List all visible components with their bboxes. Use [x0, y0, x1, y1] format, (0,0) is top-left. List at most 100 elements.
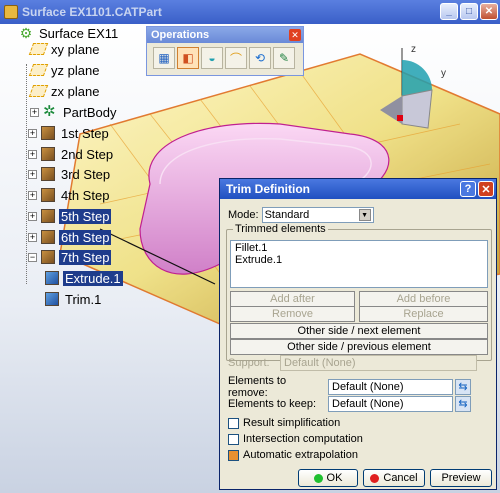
tree-item-xy-plane[interactable]: xy plane — [28, 40, 101, 58]
expand-toggle-icon[interactable]: + — [28, 128, 37, 138]
tree-item-label: 4th Step — [61, 187, 110, 203]
cancel-button[interactable]: Cancel — [363, 469, 425, 487]
plane-icon — [28, 62, 48, 78]
tree-item-label: PartBody — [63, 104, 117, 120]
expand-toggle-icon[interactable]: + — [28, 149, 37, 159]
expand-toggle-icon[interactable]: + — [28, 190, 37, 200]
replace-button[interactable]: Replace — [359, 306, 488, 322]
tree-item-label: 5th Step — [59, 208, 112, 224]
expand-toggle-icon[interactable]: + — [28, 211, 37, 221]
trimmed-elements-list[interactable]: Fillet.1 Extrude.1 — [230, 240, 488, 288]
tree-item-label: zx plane — [51, 83, 100, 99]
maximize-button[interactable]: □ — [460, 3, 478, 20]
tree-item-5th-step[interactable]: +5th Step — [28, 207, 112, 225]
tree-item-3rd-step[interactable]: +3rd Step — [28, 165, 112, 183]
geometrical-set-icon — [40, 187, 56, 203]
plane-icon — [28, 41, 48, 57]
geometrical-set-icon — [40, 229, 56, 245]
tree-item-7th-step[interactable]: − 7th Step — [28, 248, 112, 266]
transform-icon[interactable]: ⟲ — [249, 47, 271, 69]
elements-to-keep-row: Elements to keep: Default (None) ⇆ — [228, 396, 471, 412]
tree-item-1st-step[interactable]: +1st Step — [28, 124, 111, 142]
window-controls: _ □ ✕ — [440, 3, 498, 20]
tree-item-partbody[interactable]: + ✲ PartBody — [30, 103, 118, 121]
result-simplification-checkbox[interactable] — [228, 417, 239, 429]
support-label: Support: — [228, 357, 270, 369]
surface-feature-icon — [44, 291, 60, 307]
trim-icon[interactable]: ◧ — [177, 47, 199, 69]
extrapolate-icon[interactable]: ✎ — [273, 47, 295, 69]
mode-select[interactable]: Standard ▼ — [261, 207, 374, 223]
other-side-previous-button[interactable]: Other side / previous element — [230, 339, 488, 355]
tree-item-4th-step[interactable]: +4th Step — [28, 186, 111, 204]
ok-icon — [313, 473, 323, 483]
geometrical-set-icon — [40, 146, 56, 162]
automatic-extrapolation-checkbox[interactable] — [228, 449, 239, 461]
tree-item-zx-plane[interactable]: zx plane — [28, 82, 101, 100]
add-before-button[interactable]: Add before — [359, 291, 488, 307]
fillet-icon[interactable]: ⌒ — [225, 47, 247, 69]
intersection-computation-row[interactable]: Intersection computation — [228, 433, 363, 445]
window-title: Surface EX1101.CATPart — [22, 5, 162, 19]
dialog-title[interactable]: Trim Definition — [220, 179, 496, 199]
dialog-close-button[interactable]: ✕ — [478, 181, 494, 197]
tree-branch-line — [26, 64, 27, 284]
elements-to-keep-label: Elements to keep: — [228, 398, 317, 410]
join-icon[interactable]: ▦ — [153, 47, 175, 69]
other-side-next-button[interactable]: Other side / next element — [230, 323, 488, 339]
selection-list-icon[interactable]: ⇆ — [455, 379, 471, 395]
tree-item-6th-step[interactable]: +6th Step — [28, 228, 112, 246]
geometrical-set-icon — [40, 249, 56, 265]
tree-item-trim-1[interactable]: Trim.1 — [44, 290, 103, 308]
help-button[interactable]: ? — [460, 181, 476, 197]
tree-item-label: 1st Step — [61, 125, 109, 141]
list-item[interactable]: Extrude.1 — [235, 254, 483, 266]
elements-to-keep-field[interactable]: Default (None) — [328, 396, 453, 412]
chevron-down-icon: ▼ — [358, 209, 371, 221]
intersection-computation-checkbox[interactable] — [228, 433, 239, 445]
list-item[interactable]: Fillet.1 — [235, 242, 483, 254]
tree-item-label: 6th Step — [59, 229, 112, 245]
operations-toolbar: Operations ✕ ▦ ◧ ◒ ⌒ ⟲ ✎ — [146, 26, 304, 76]
split-icon[interactable]: ◒ — [201, 47, 223, 69]
window-title-bar: Surface EX1101.CATPart _ □ ✕ — [0, 0, 500, 24]
surface-feature-icon — [44, 270, 60, 286]
cancel-icon — [370, 473, 380, 483]
add-after-button[interactable]: Add after — [230, 291, 355, 307]
tree-item-label: 2nd Step — [61, 146, 114, 162]
tree-item-label: Extrude.1 — [63, 270, 123, 286]
expand-toggle-icon[interactable]: + — [30, 107, 39, 117]
trim-definition-dialog: Trim Definition ? ✕ Mode: Standard ▼ Tri… — [219, 178, 497, 490]
operations-title[interactable]: Operations — [147, 27, 303, 43]
support-row: Support: Default (None) — [228, 355, 477, 371]
selection-list-icon[interactable]: ⇆ — [455, 396, 471, 412]
remove-button[interactable]: Remove — [230, 306, 355, 322]
mode-row: Mode: Standard ▼ — [228, 207, 374, 223]
part-icon: ⚙ — [19, 24, 33, 41]
minimize-button[interactable]: _ — [440, 3, 458, 20]
geometrical-set-icon — [40, 166, 56, 182]
elements-to-remove-field[interactable]: Default (None) — [328, 379, 453, 395]
expand-toggle-icon[interactable]: + — [28, 169, 37, 179]
tree-item-2nd-step[interactable]: +2nd Step — [28, 145, 115, 163]
specification-tree: ⚙ Surface EX11 xy plane yz plane zx plane +… — [0, 24, 150, 324]
part-body-icon: ✲ — [43, 103, 56, 120]
result-simplification-row[interactable]: Result simplification — [228, 417, 340, 429]
expand-toggle-icon[interactable]: − — [28, 252, 37, 262]
tree-item-label: Trim.1 — [65, 291, 102, 307]
tree-item-yz-plane[interactable]: yz plane — [28, 61, 101, 79]
tree-item-label: 3rd Step — [61, 166, 111, 182]
support-field[interactable]: Default (None) — [280, 355, 477, 371]
plane-icon — [28, 83, 48, 99]
ok-button[interactable]: OK — [298, 469, 358, 487]
tree-item-label: 7th Step — [59, 249, 112, 265]
trimmed-elements-group: Trimmed elements Fillet.1 Extrude.1 Add … — [226, 223, 492, 361]
automatic-extrapolation-row[interactable]: Automatic extrapolation — [228, 449, 358, 461]
close-button[interactable]: ✕ — [480, 3, 498, 20]
trimmed-elements-legend: Trimmed elements — [233, 223, 328, 235]
operations-close-button[interactable]: ✕ — [289, 29, 301, 41]
tree-item-extrude-1[interactable]: Extrude.1 — [44, 269, 123, 287]
preview-button[interactable]: Preview — [430, 469, 492, 487]
expand-toggle-icon[interactable]: + — [28, 232, 37, 242]
geometrical-set-icon — [40, 208, 56, 224]
